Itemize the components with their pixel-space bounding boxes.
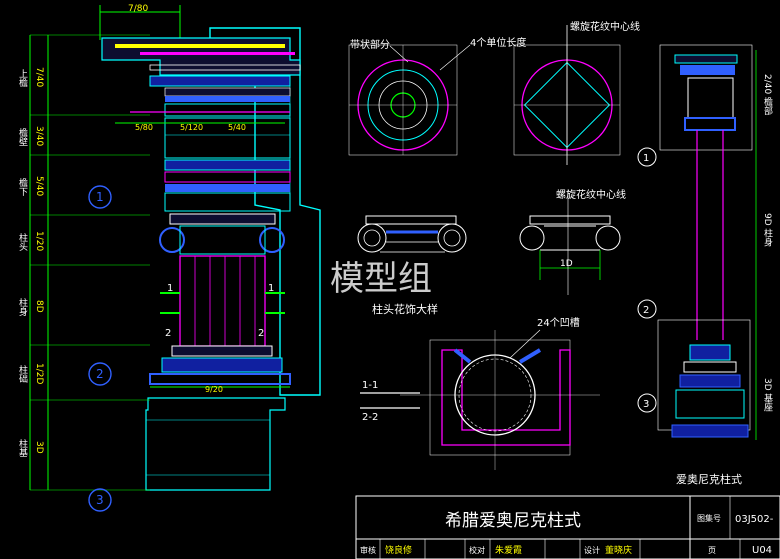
right-label: 3D 基座 xyxy=(762,378,772,412)
row-page-value: U04 xyxy=(752,545,772,556)
capital-profile-drawing xyxy=(519,190,621,295)
row-designer-name: 董晓庆 xyxy=(605,544,632,556)
zone-marker-1: 1 xyxy=(96,190,104,204)
left-label-name: 檐下 xyxy=(17,177,27,196)
row-reviewer-label: 审核 xyxy=(360,545,376,555)
cut-mark-2a: 2 xyxy=(165,328,171,339)
right-caption: 爱奥尼克柱式 xyxy=(676,472,742,486)
annot-unit-length: 4个单位长度 xyxy=(470,36,526,49)
capital-detail-drawing xyxy=(357,215,467,253)
left-label-name: 柱头 xyxy=(17,232,27,251)
cut-mark-2b: 2 xyxy=(258,328,264,339)
left-label-name: 柱身 xyxy=(17,297,27,316)
cad-drawing: 7/80 5/80 5/120 5/40 1 1 2 2 9/20 1 2 3 … xyxy=(29,4,780,559)
row-checker-label: 校对 xyxy=(469,545,485,555)
right-marker-1: 1 xyxy=(643,153,649,164)
left-label-value: 1/2D xyxy=(34,363,44,385)
atlas-value: 03J502- xyxy=(735,514,774,525)
row-designer-label: 设计 xyxy=(584,545,600,555)
right-column-elevation xyxy=(657,44,757,440)
left-label-name: 檐壁 xyxy=(17,127,27,146)
volute-plan-right xyxy=(513,25,621,165)
annot-spiral-center-mid: 螺旋花纹中心线 xyxy=(556,188,626,201)
dim-d3: 5/40 xyxy=(228,123,246,132)
left-label-name: 上檐 xyxy=(17,68,27,87)
dim-bottom: 9/20 xyxy=(205,385,223,394)
volute-plan-left xyxy=(348,44,458,156)
left-label-value: 1/20 xyxy=(34,231,44,252)
left-column-elevation: 7/80 5/80 5/120 5/40 1 1 2 2 9/20 1 2 3 xyxy=(29,4,321,512)
left-label-name: 柱础 xyxy=(17,365,27,383)
dim-top: 7/80 xyxy=(128,4,148,14)
flute-section-drawing xyxy=(400,330,600,470)
zone-marker-3: 3 xyxy=(96,493,104,507)
annot-section-2: 2-2 xyxy=(362,412,378,423)
left-label-value: 8D xyxy=(34,300,44,313)
cut-mark-1a: 1 xyxy=(167,283,173,294)
annot-flutes: 24个凹槽 xyxy=(537,316,580,329)
left-label-value: 3/40 xyxy=(34,126,44,147)
row-reviewer-name: 饶良修 xyxy=(385,544,412,556)
annot-dim-1d: 1D xyxy=(560,259,573,269)
left-label-name: 柱基 xyxy=(17,438,27,457)
right-marker-2: 2 xyxy=(643,305,649,316)
atlas-label: 图集号 xyxy=(697,513,721,523)
right-marker-3: 3 xyxy=(643,399,649,410)
watermark: 模型组 xyxy=(330,259,432,299)
right-label: 9D 柱身 xyxy=(762,213,772,247)
annot-band: 带状部分 xyxy=(350,38,390,51)
left-label-value: 7/40 xyxy=(34,67,44,88)
annot-capital-detail: 柱头花饰大样 xyxy=(372,302,438,316)
drawing-title: 希腊爱奥尼克柱式 xyxy=(445,511,581,531)
dim-d2: 5/120 xyxy=(180,123,203,132)
row-checker-name: 朱爱霞 xyxy=(495,544,522,556)
right-label: 2/40 檐部 xyxy=(762,74,772,116)
cut-mark-1b: 1 xyxy=(268,283,274,294)
dim-d1: 5/80 xyxy=(135,123,153,132)
left-label-value: 3D xyxy=(34,441,44,454)
left-label-value: 5/40 xyxy=(34,176,44,197)
row-page-label: 页 xyxy=(708,546,716,555)
zone-marker-2: 2 xyxy=(96,367,104,381)
annot-spiral-center-top: 螺旋花纹中心线 xyxy=(570,20,640,33)
annot-section-1: 1-1 xyxy=(362,380,378,391)
